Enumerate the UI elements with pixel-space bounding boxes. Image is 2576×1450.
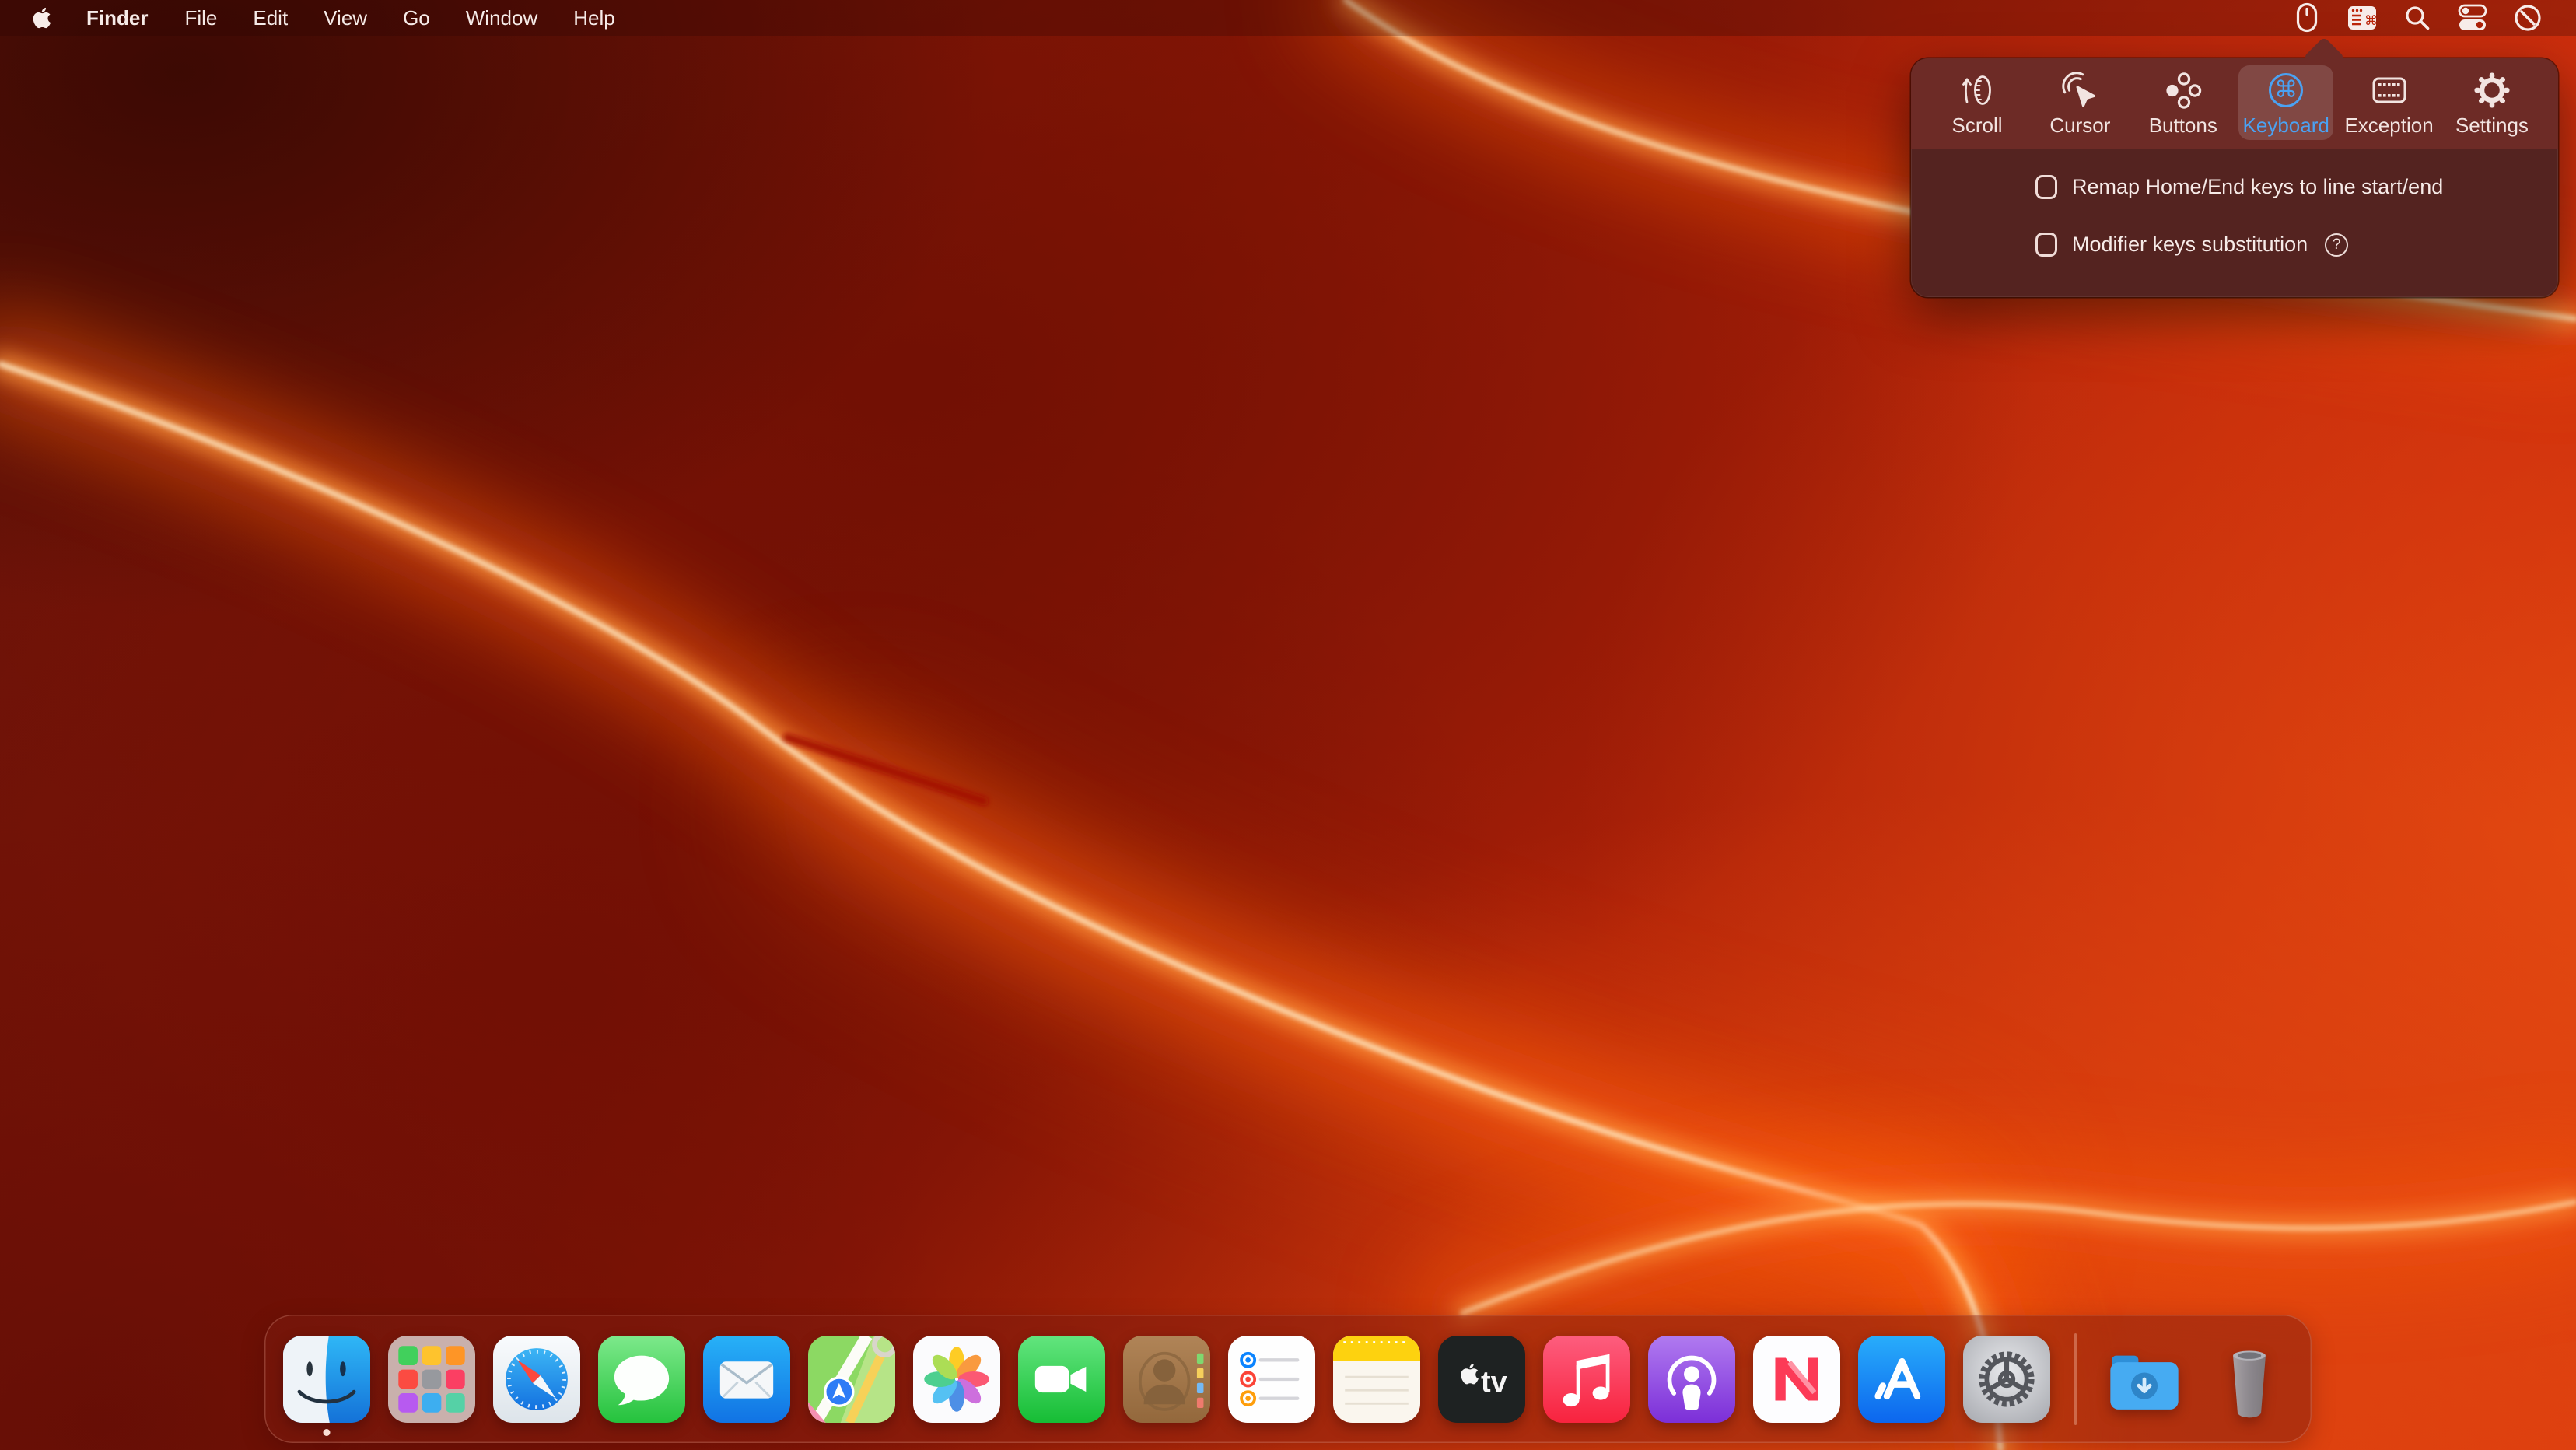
tab-label: Buttons <box>2149 115 2217 135</box>
checkbox-modifier-substitution[interactable] <box>2035 233 2057 257</box>
help-icon[interactable]: ? <box>2325 233 2348 257</box>
menu-item-window[interactable]: Window <box>448 0 555 36</box>
cursor-click-icon <box>2061 71 2098 110</box>
gear-icon <box>2473 71 2511 110</box>
dock-icon-trash[interactable] <box>2206 1336 2293 1423</box>
option-remap-home-end[interactable]: Remap Home/End keys to line start/end <box>2035 174 2443 200</box>
spotlight-search-icon[interactable] <box>2402 2 2433 33</box>
menu-bar: Finder File Edit View Go Window Help <box>0 0 2576 36</box>
menu-item-finder[interactable]: Finder <box>68 0 166 36</box>
tab-label: Cursor <box>2049 115 2110 135</box>
dock-icon-news[interactable] <box>1753 1336 1840 1423</box>
dock-icon-reminders[interactable] <box>1228 1336 1315 1423</box>
tab-settings[interactable]: Settings <box>2445 65 2539 140</box>
svg-text:tv: tv <box>1481 1366 1507 1399</box>
svg-text:⌘: ⌘ <box>2364 13 2377 29</box>
dock: tv <box>264 1315 2312 1443</box>
menu-item-view[interactable]: View <box>306 0 385 36</box>
dock-icon-tv[interactable]: tv <box>1438 1336 1525 1423</box>
tab-label: Exception <box>2344 115 2433 135</box>
dock-icon-mail[interactable] <box>703 1336 790 1423</box>
checkbox-remap-home-end[interactable] <box>2035 175 2057 199</box>
control-center-icon[interactable] <box>2457 2 2488 33</box>
desktop: Finder File Edit View Go Window Help <box>0 0 2576 1450</box>
dock-icon-downloads-folder[interactable] <box>2101 1336 2188 1423</box>
mouse-settings-popover: Scroll Cursor <box>1911 58 2558 297</box>
dock-icon-facetime[interactable] <box>1018 1336 1105 1423</box>
apple-icon <box>30 5 54 31</box>
command-window-icon[interactable]: ⌘ <box>2347 2 2378 33</box>
app-window-grid-icon <box>2371 71 2408 110</box>
command-circle-icon: ⌘ <box>2269 71 2303 110</box>
dock-icon-safari[interactable] <box>493 1336 580 1423</box>
mouse-buttons-icon <box>2165 71 2202 110</box>
dock-icon-launchpad[interactable] <box>388 1336 475 1423</box>
dock-icon-notes[interactable] <box>1333 1336 1420 1423</box>
menu-item-help[interactable]: Help <box>555 0 632 36</box>
slash-circle-icon[interactable] <box>2512 2 2543 33</box>
tab-exception[interactable]: Exception <box>2342 65 2437 140</box>
popover-options: Remap Home/End keys to line start/end Mo… <box>2035 174 2443 257</box>
dock-icon-podcasts[interactable] <box>1648 1336 1735 1423</box>
mouse-icon[interactable] <box>2291 2 2322 33</box>
option-label: Remap Home/End keys to line start/end <box>2072 175 2443 199</box>
menu-bar-status-area: ⌘ <box>2291 2 2543 33</box>
tab-label: Settings <box>2455 115 2529 135</box>
dock-separator <box>2074 1333 2077 1425</box>
dock-icon-contacts[interactable] <box>1123 1336 1210 1423</box>
dock-icon-finder[interactable] <box>283 1336 370 1423</box>
menu-item-file[interactable]: File <box>166 0 235 36</box>
dock-icon-system-preferences[interactable] <box>1963 1336 2050 1423</box>
menu-item-go[interactable]: Go <box>385 0 448 36</box>
popover-tabs: Scroll Cursor <box>1930 65 2539 140</box>
tab-scroll[interactable]: Scroll <box>1930 65 2025 140</box>
menu-item-edit[interactable]: Edit <box>235 0 306 36</box>
tab-label: Scroll <box>1951 115 2002 135</box>
menu-bar-left: Finder File Edit View Go Window Help <box>26 0 633 36</box>
apple-menu[interactable] <box>26 5 58 31</box>
dock-icon-maps[interactable] <box>808 1336 895 1423</box>
tab-buttons[interactable]: Buttons <box>2136 65 2231 140</box>
tab-cursor[interactable]: Cursor <box>2032 65 2127 140</box>
dock-icon-app-store[interactable] <box>1858 1336 1945 1423</box>
tab-keyboard[interactable]: ⌘ Keyboard <box>2238 65 2333 140</box>
dock-icon-music[interactable] <box>1543 1336 1630 1423</box>
tab-label: Keyboard <box>2243 115 2329 135</box>
option-label: Modifier keys substitution <box>2072 233 2308 257</box>
dock-icon-photos[interactable] <box>913 1336 1000 1423</box>
option-modifier-substitution[interactable]: Modifier keys substitution ? <box>2035 232 2443 257</box>
scroll-wheel-icon <box>1958 71 1996 110</box>
dock-icon-messages[interactable] <box>598 1336 685 1423</box>
running-indicator <box>324 1429 331 1436</box>
